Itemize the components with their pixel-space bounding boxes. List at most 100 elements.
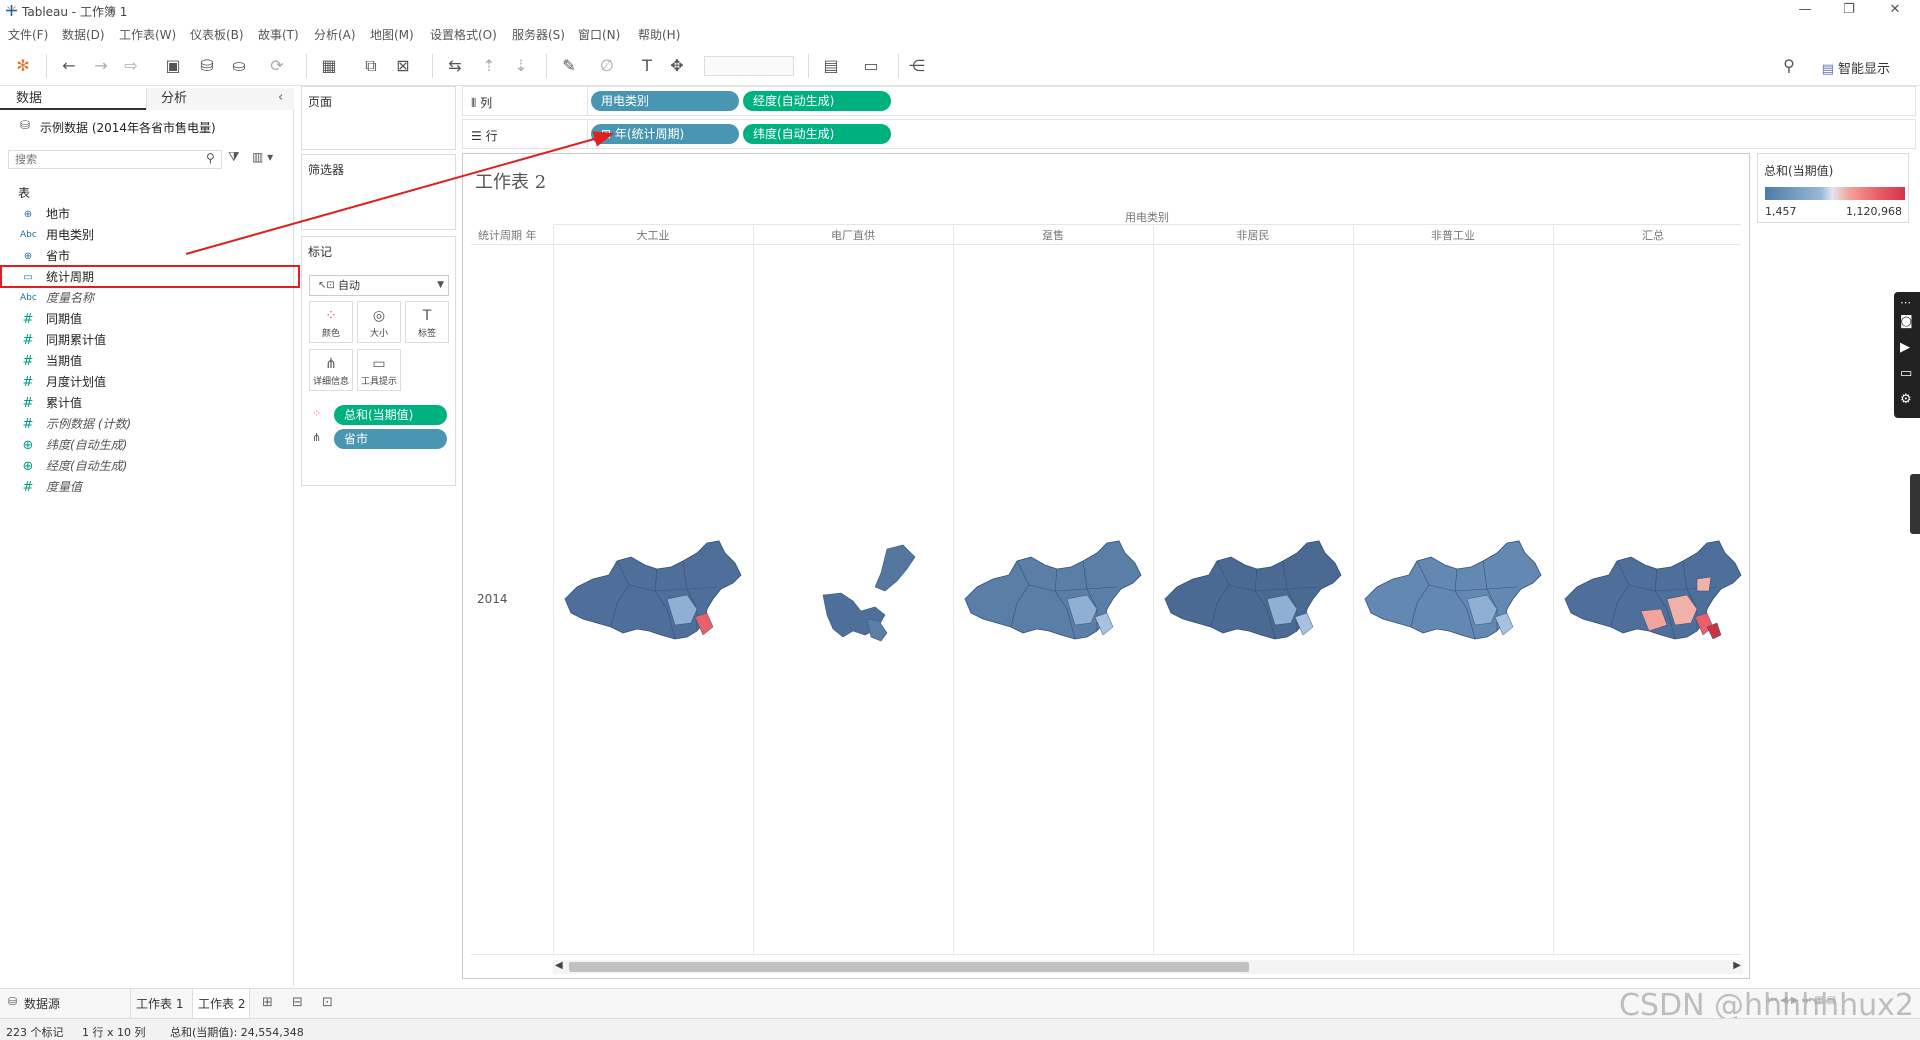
scrollbar-thumb[interactable] bbox=[569, 962, 1249, 972]
menu-data[interactable]: 数据(D) bbox=[62, 26, 105, 43]
field-item[interactable]: ⊕ 纬度(自动生成) bbox=[0, 435, 294, 456]
province-map[interactable] bbox=[757, 534, 947, 654]
share-icon[interactable]: ⋲ bbox=[906, 55, 928, 77]
filter-icon[interactable]: ⧩ bbox=[228, 150, 240, 165]
columns-shelf[interactable]: ⦀ 列 用电类别 经度(自动生成) bbox=[462, 86, 1916, 116]
field-item[interactable]: # 同期累计值 bbox=[0, 330, 294, 351]
redo-icon[interactable]: → bbox=[90, 55, 112, 77]
view-options-icon[interactable]: ▥ ▾ bbox=[252, 150, 273, 164]
collapse-pane-icon[interactable]: ‹ bbox=[278, 90, 283, 105]
new-worksheet-icon[interactable]: ⊞ bbox=[262, 995, 273, 1010]
field-item[interactable]: Abc 度量名称 bbox=[0, 288, 294, 309]
tableau-logo-icon bbox=[6, 5, 17, 16]
show-cards-icon[interactable]: ▤ bbox=[820, 55, 842, 77]
refresh-icon[interactable]: ⟳ bbox=[266, 55, 288, 77]
province-map[interactable] bbox=[957, 534, 1147, 654]
restore-icon[interactable]: ❐ bbox=[1834, 2, 1864, 20]
filters-card[interactable]: 筛选器 bbox=[301, 154, 456, 230]
capture-widget: ⋯ ◙ ▶ ▭ ⚙ bbox=[1894, 292, 1920, 418]
search-input[interactable] bbox=[8, 150, 222, 169]
tableau-home-icon[interactable]: ✻ bbox=[12, 55, 34, 77]
datasource-name[interactable]: 示例数据 (2014年各省市售电量) bbox=[40, 119, 216, 136]
menu-story[interactable]: 故事(T) bbox=[258, 26, 299, 43]
highlight-icon[interactable]: ✎ bbox=[558, 55, 580, 77]
swap-icon[interactable]: ⇆ bbox=[444, 55, 466, 77]
mark-type-select[interactable]: ↖⊡ 自动 ▼ bbox=[309, 275, 449, 296]
smart-show-button[interactable]: ▤ 智能显示 bbox=[1822, 58, 1890, 77]
undo-icon[interactable]: ← bbox=[58, 55, 80, 77]
close-icon[interactable]: ✕ bbox=[1880, 2, 1910, 20]
field-item[interactable]: ⊕ 省市 bbox=[0, 246, 294, 267]
window-icon[interactable]: ▭ bbox=[1900, 366, 1912, 381]
sort-asc-icon[interactable]: ⇡ bbox=[478, 55, 500, 77]
camera-icon[interactable]: ◙ bbox=[1900, 314, 1913, 329]
province-map[interactable] bbox=[1157, 534, 1347, 654]
duplicate-sheet-icon[interactable]: ⧉ bbox=[360, 55, 382, 77]
province-map[interactable] bbox=[1557, 534, 1747, 654]
marks-pill-dimension[interactable]: 省市 bbox=[334, 429, 447, 449]
video-icon[interactable]: ▶ bbox=[1900, 340, 1910, 355]
new-datasource-icon[interactable]: ⛁ bbox=[196, 55, 218, 77]
more-icon[interactable]: ⋯ bbox=[1900, 296, 1911, 309]
scroll-right-icon[interactable]: ▶ bbox=[1733, 960, 1741, 971]
pages-card[interactable]: 页面 bbox=[301, 86, 456, 150]
field-item[interactable]: Abc 用电类别 bbox=[0, 225, 294, 246]
menu-file[interactable]: 文件(F) bbox=[8, 26, 48, 43]
rows-pill-year[interactable]: ⊞ 年(统计周期) bbox=[591, 124, 739, 144]
field-item[interactable]: # 月度计划值 bbox=[0, 372, 294, 393]
rows-shelf[interactable]: ☰ 行 ⊞ 年(统计周期) 纬度(自动生成) bbox=[462, 119, 1916, 149]
province-map[interactable] bbox=[1357, 534, 1547, 654]
label-icon[interactable]: T bbox=[636, 55, 658, 77]
pin-icon[interactable]: ✥ bbox=[666, 55, 688, 77]
scroll-left-icon[interactable]: ◀ bbox=[555, 960, 563, 971]
field-item[interactable]: # 累计值 bbox=[0, 393, 294, 414]
size-button[interactable]: ◎ 大小 bbox=[357, 301, 401, 343]
sheet-tab-1[interactable]: 工作表 1 bbox=[136, 995, 183, 1012]
menu-server[interactable]: 服务器(S) bbox=[512, 26, 565, 43]
pin-toolbar-icon[interactable]: ⚲ bbox=[1778, 55, 1800, 77]
menu-help[interactable]: 帮助(H) bbox=[638, 26, 680, 43]
datasource-tab[interactable]: 数据源 bbox=[24, 995, 60, 1012]
fit-select[interactable] bbox=[704, 56, 794, 76]
menu-map[interactable]: 地图(M) bbox=[370, 26, 414, 43]
marks-pill-measure[interactable]: 总和(当期值) bbox=[334, 405, 447, 425]
field-item[interactable]: # 度量值 bbox=[0, 477, 294, 498]
menu-window[interactable]: 窗口(N) bbox=[578, 26, 620, 43]
menu-worksheet[interactable]: 工作表(W) bbox=[119, 26, 176, 43]
field-item[interactable]: # 当期值 bbox=[0, 351, 294, 372]
side-handle[interactable] bbox=[1910, 474, 1920, 534]
province-map[interactable] bbox=[557, 534, 747, 654]
field-item[interactable]: ⊕ 经度(自动生成) bbox=[0, 456, 294, 477]
group-icon[interactable]: ∅ bbox=[596, 55, 618, 77]
field-item[interactable]: ▭ 统计周期 bbox=[0, 267, 294, 288]
tooltip-button[interactable]: ▭ 工具提示 bbox=[357, 349, 401, 391]
presentation-icon[interactable]: ▭ bbox=[860, 55, 882, 77]
clear-sheet-icon[interactable]: ⊠ bbox=[392, 55, 414, 77]
new-dashboard-icon[interactable]: ⊟ bbox=[292, 995, 303, 1010]
color-legend[interactable]: 总和(当期值) 1,457 1,120,968 bbox=[1757, 153, 1909, 223]
detail-button[interactable]: ⋔ 详细信息 bbox=[309, 349, 353, 391]
tab-data[interactable]: 数据 bbox=[0, 88, 146, 110]
color-button[interactable]: ⁘ 颜色 bbox=[309, 301, 353, 343]
new-story-icon[interactable]: ⊡ bbox=[322, 995, 333, 1010]
new-worksheet-icon[interactable]: ▦ bbox=[318, 55, 340, 77]
sort-desc-icon[interactable]: ⇣ bbox=[510, 55, 532, 77]
field-item[interactable]: # 同期值 bbox=[0, 309, 294, 330]
menu-dashboard[interactable]: 仪表板(B) bbox=[190, 26, 244, 43]
save-icon[interactable]: ▣ bbox=[162, 55, 184, 77]
horizontal-scrollbar[interactable]: ◀ ▶ bbox=[553, 960, 1743, 974]
gear-icon[interactable]: ⚙ bbox=[1900, 392, 1912, 407]
sheet-tab-2[interactable]: 工作表 2 bbox=[198, 995, 245, 1012]
rows-pill-latitude[interactable]: 纬度(自动生成) bbox=[743, 124, 891, 144]
replay-icon[interactable]: ⇨ bbox=[120, 55, 142, 77]
field-item[interactable]: # 示例数据 (计数) bbox=[0, 414, 294, 435]
label-button[interactable]: T 标签 bbox=[405, 301, 449, 343]
menu-format[interactable]: 设置格式(O) bbox=[430, 26, 497, 43]
tab-analysis[interactable]: 分析 bbox=[146, 88, 294, 110]
datasource-icon[interactable]: ⛀ bbox=[228, 55, 250, 77]
columns-pill-longitude[interactable]: 经度(自动生成) bbox=[743, 91, 891, 111]
minimize-icon[interactable]: — bbox=[1790, 2, 1820, 20]
field-item[interactable]: ⊕ 地市 bbox=[0, 204, 294, 225]
columns-pill-category[interactable]: 用电类别 bbox=[591, 91, 739, 111]
menu-analysis[interactable]: 分析(A) bbox=[314, 26, 356, 43]
